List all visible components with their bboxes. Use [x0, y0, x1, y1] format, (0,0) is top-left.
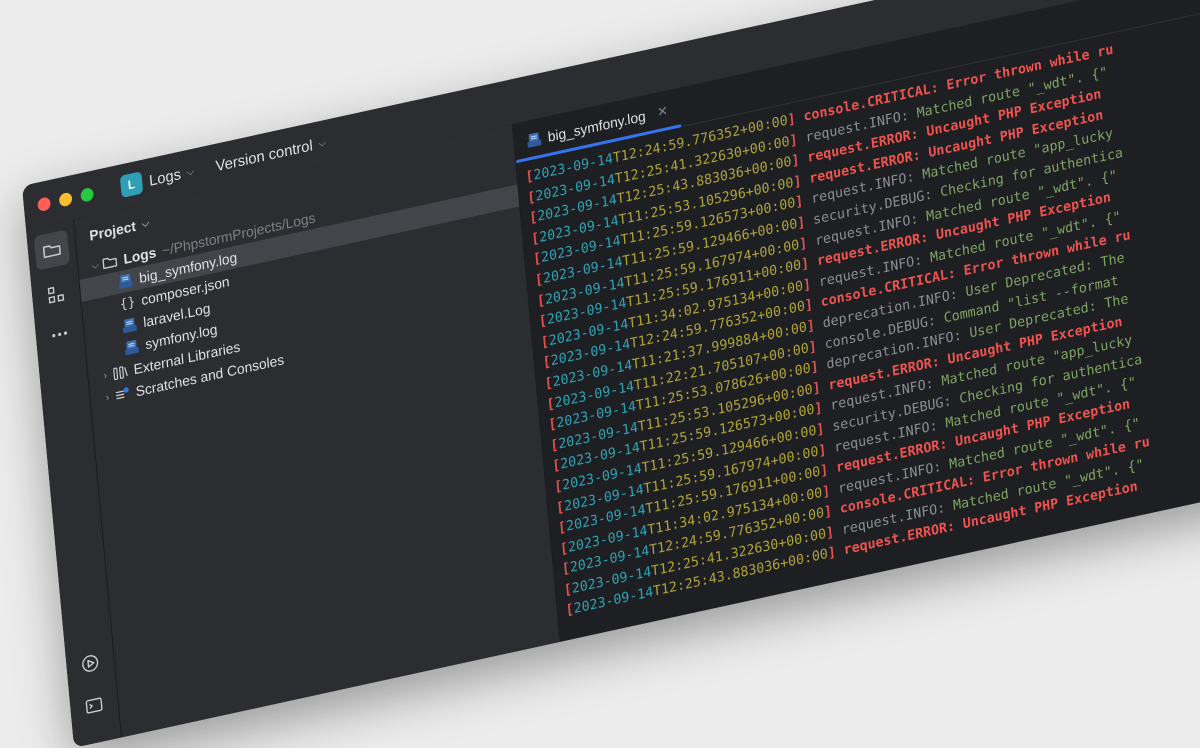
zoom-window-button[interactable] [80, 186, 95, 203]
json-file-icon: {} [119, 294, 136, 313]
log-bracket-close: ] [788, 129, 807, 150]
log-bracket-close: ] [823, 501, 841, 521]
chevron-down-icon: ⌵ [141, 217, 150, 230]
log-bracket-close: ] [825, 522, 843, 542]
log-bracket-close: ] [813, 398, 832, 418]
terminal-tool-button[interactable] [76, 685, 112, 726]
log-bracket-close: ] [792, 170, 811, 191]
log-bracket-close: ] [800, 253, 818, 274]
log-file-icon [121, 316, 138, 335]
log-bracket-close: ] [827, 542, 845, 563]
structure-icon [47, 286, 65, 304]
terminal-icon [85, 697, 103, 714]
log-bracket-close: ] [790, 150, 809, 170]
close-window-button[interactable] [37, 195, 52, 212]
log-bracket-close: ] [786, 108, 805, 129]
log-bracket-close: ] [809, 356, 828, 377]
run-tool-button[interactable] [72, 643, 108, 684]
library-icon [111, 363, 128, 382]
structure-tool-button[interactable] [38, 274, 74, 315]
project-widget[interactable]: L Logs ⌵ [119, 160, 195, 199]
project-panel: Project ⌵ ⌵ Logs ~/PhpstormProjects/Logs… [73, 124, 561, 738]
log-file-icon [117, 271, 134, 290]
version-control-label: Version control [214, 136, 314, 175]
log-bracket-close: ] [811, 377, 830, 397]
folder-icon [101, 252, 118, 271]
scratches-icon [114, 385, 131, 404]
log-bracket-close: ] [819, 460, 837, 480]
chevron-down-icon: ⌵ [186, 165, 195, 179]
log-bracket-close: ] [798, 232, 816, 253]
log-bracket-close: ] [806, 315, 824, 336]
log-bracket-close: ] [794, 191, 812, 212]
more-tools-button[interactable] [41, 314, 77, 355]
project-badge: L [119, 171, 144, 199]
chevron-down-icon[interactable]: ⌵ [88, 258, 103, 272]
log-bracket-close: ] [821, 480, 839, 501]
project-tool-button[interactable] [33, 229, 71, 271]
chevron-down-icon: ⌵ [317, 136, 327, 150]
folder-icon [42, 245, 61, 259]
window-controls [37, 186, 95, 212]
play-icon [82, 655, 99, 672]
close-icon[interactable]: ✕ [657, 103, 669, 121]
log-bracket-close: ] [817, 439, 835, 459]
log-file-icon [123, 338, 140, 357]
more-icon [52, 331, 68, 338]
log-bracket-close: ] [815, 418, 834, 439]
log-bracket-close: ] [802, 274, 820, 294]
ide-window: L Logs ⌵ Version control ⌵ Project ⌵ ⌵ L… [22, 0, 1200, 748]
log-bracket-close: ] [808, 336, 826, 356]
log-bracket-close: ] [804, 294, 822, 315]
chevron-right-icon[interactable]: › [100, 391, 115, 405]
project-panel-title: Project [88, 217, 137, 244]
project-name: Logs [148, 165, 182, 190]
minimize-window-button[interactable] [58, 191, 73, 207]
log-bracket-close: ] [796, 212, 814, 232]
log-file-icon [526, 130, 543, 149]
chevron-right-icon[interactable]: › [98, 369, 113, 383]
